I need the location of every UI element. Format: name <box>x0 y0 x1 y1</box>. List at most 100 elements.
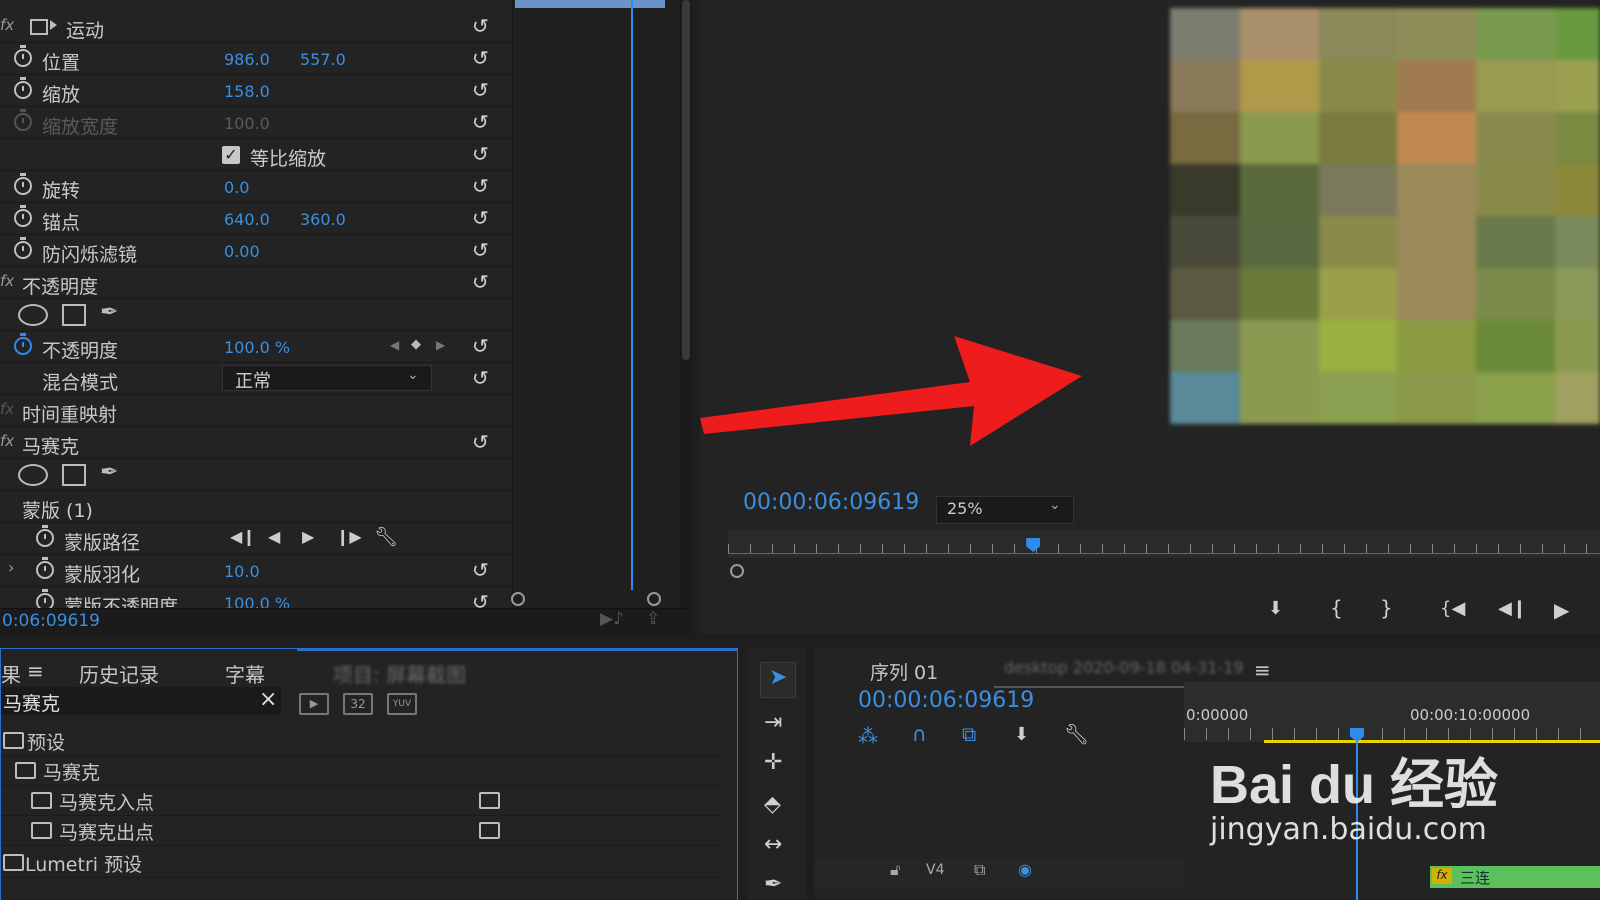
rectangle-mask-icon[interactable] <box>62 464 86 486</box>
reset-icon[interactable]: ↺ <box>472 46 489 70</box>
track-select-tool-icon[interactable]: ⇥ <box>764 710 782 735</box>
lock-icon[interactable]: 🔓︎ <box>890 860 900 880</box>
search-input[interactable]: 马赛克 × <box>1 687 281 715</box>
wrench-icon[interactable]: 🔧︎ <box>1064 722 1089 746</box>
tab-sequence-01[interactable]: 序列 01 <box>870 658 938 685</box>
reset-icon[interactable]: ↺ <box>472 334 489 358</box>
add-marker-icon[interactable]: ⬇ <box>1268 598 1283 619</box>
stopwatch-icon[interactable] <box>36 589 54 608</box>
track-name[interactable]: V4 <box>926 862 944 878</box>
ec-playhead[interactable] <box>631 0 633 590</box>
go-to-in-icon[interactable]: {◀ <box>1440 598 1465 619</box>
rectangle-mask-icon[interactable] <box>62 304 86 326</box>
linked-selection-icon[interactable]: ⧉ <box>962 722 976 746</box>
step-back-icon[interactable]: ◀❙ <box>1498 598 1527 619</box>
track-back-frame-icon[interactable]: ◀ <box>268 527 280 546</box>
tree-item-mosaic-in[interactable]: 马赛克入点 <box>1 785 721 816</box>
add-keyframe-icon[interactable]: ◆ <box>411 337 421 352</box>
snap-icon[interactable]: ∩ <box>912 722 927 746</box>
slip-tool-icon[interactable]: ↔ <box>764 832 782 857</box>
reset-icon[interactable]: ↺ <box>472 14 489 38</box>
motion-row[interactable]: fx 运动 ↺ <box>0 10 512 43</box>
program-scrubber[interactable] <box>728 530 1600 558</box>
clip-bar[interactable] <box>515 0 665 8</box>
opacity-section-row[interactable]: fx 不透明度 ↺ <box>0 266 512 299</box>
anchor-y-value[interactable]: 360.0 <box>300 210 346 229</box>
pen-tool-icon[interactable]: ✒ <box>764 872 782 897</box>
time-remap-row[interactable]: fx 时间重映射 <box>0 394 512 427</box>
wrench-icon[interactable]: 🔧︎ <box>374 525 398 548</box>
reset-icon[interactable]: ↺ <box>472 366 489 390</box>
clear-search-icon[interactable]: × <box>259 687 277 712</box>
reset-icon[interactable]: ↺ <box>472 78 489 102</box>
ellipse-mask-icon[interactable] <box>18 464 48 486</box>
timeline-timecode[interactable]: 00:00:06:09619 <box>858 688 1034 713</box>
pen-mask-icon[interactable]: ✒ <box>100 300 118 325</box>
tab-history[interactable]: 历史记录 <box>79 659 159 688</box>
panel-menu-icon[interactable]: ≡ <box>27 659 44 683</box>
eye-hidden-icon[interactable]: ◉ <box>1018 860 1032 879</box>
razor-tool-icon[interactable]: ⬘ <box>764 792 781 817</box>
uniform-scale-checkbox[interactable]: ✓ <box>222 146 240 164</box>
selection-tool[interactable]: ➤ <box>760 662 796 698</box>
ellipse-mask-icon[interactable] <box>18 304 48 326</box>
mark-out-icon[interactable]: } <box>1380 596 1393 620</box>
rotation-value[interactable]: 0.0 <box>224 178 249 197</box>
ec-timecode[interactable]: 0:06:09619 <box>2 611 100 631</box>
position-x-value[interactable]: 986.0 <box>224 50 270 69</box>
zoom-handle-left[interactable] <box>511 592 525 606</box>
stopwatch-icon[interactable] <box>14 77 32 99</box>
tree-item-mosaic-out[interactable]: 马赛克出点 <box>1 815 721 846</box>
next-keyframe-icon[interactable]: ▶ <box>436 338 445 352</box>
zoom-handle-right[interactable] <box>647 592 661 606</box>
reset-icon[interactable]: ↺ <box>472 238 489 262</box>
accelerated-effects-icon[interactable]: ▶ <box>299 693 329 715</box>
stopwatch-icon[interactable] <box>14 333 32 355</box>
scale-value[interactable]: 158.0 <box>224 82 270 101</box>
tree-item-presets[interactable]: 预设 <box>1 725 721 756</box>
mask-opacity-value[interactable]: 100.0 % <box>224 594 290 608</box>
reset-icon[interactable]: ↺ <box>472 206 489 230</box>
effect-controls-timeline[interactable] <box>511 0 681 608</box>
reset-icon[interactable]: ↺ <box>472 430 489 454</box>
reset-icon[interactable]: ↺ <box>472 142 489 166</box>
tab-captions[interactable]: 字幕 <box>225 659 265 688</box>
track-forward-frame-icon[interactable]: ▶ <box>302 527 314 546</box>
play-audio-icon[interactable]: ▶♪ <box>600 609 624 629</box>
effect-controls-scrollbar[interactable] <box>680 0 692 608</box>
stopwatch-icon[interactable] <box>14 45 32 67</box>
reset-icon[interactable]: ↺ <box>472 110 489 134</box>
anchor-x-value[interactable]: 640.0 <box>224 210 270 229</box>
nest-toggle-icon[interactable]: ⁂ <box>858 724 878 748</box>
tree-item-mosaic-folder[interactable]: 马赛克 <box>1 755 721 786</box>
export-icon[interactable]: ⇪ <box>646 609 660 629</box>
stopwatch-icon[interactable] <box>14 205 32 227</box>
stopwatch-icon[interactable] <box>14 173 32 195</box>
prev-keyframe-icon[interactable]: ◀ <box>390 338 399 352</box>
zoom-select[interactable]: 25% ⌄ <box>936 496 1074 524</box>
zoom-bar-handle[interactable] <box>730 564 744 578</box>
tab-project[interactable]: 项目: 屏幕截图 <box>333 659 466 688</box>
stopwatch-icon[interactable] <box>36 525 54 547</box>
pen-mask-icon[interactable]: ✒ <box>100 460 118 485</box>
mask-feather-value[interactable]: 10.0 <box>224 562 260 581</box>
yuv-effects-icon[interactable]: YUV <box>387 693 417 715</box>
reset-icon[interactable]: ↺ <box>472 590 489 608</box>
32bit-effects-icon[interactable]: 32 <box>343 693 373 715</box>
play-icon[interactable]: ▶ <box>1554 598 1569 622</box>
ripple-edit-tool-icon[interactable]: ✛ <box>764 750 782 775</box>
expand-triangle-icon[interactable] <box>50 20 57 30</box>
tree-item-lumetri[interactable]: Lumetri 预设 <box>1 847 721 878</box>
mark-in-icon[interactable]: { <box>1330 596 1343 620</box>
expand-chevron-icon[interactable]: › <box>8 558 14 577</box>
reset-icon[interactable]: ↺ <box>472 174 489 198</box>
stopwatch-icon[interactable] <box>14 237 32 259</box>
reset-icon[interactable]: ↺ <box>472 558 489 582</box>
video-clip[interactable]: fx 三连 <box>1430 866 1600 888</box>
tab-effects[interactable]: 果 <box>1 659 21 688</box>
reset-icon[interactable]: ↺ <box>472 270 489 294</box>
panel-menu-icon[interactable]: ≡ <box>1254 658 1271 682</box>
opacity-value[interactable]: 100.0 % <box>224 338 290 357</box>
blend-mode-select[interactable]: 正常 ⌄ <box>222 365 432 392</box>
timeline-ruler[interactable]: 0:00000 00:00:10:00000 <box>1184 682 1600 743</box>
